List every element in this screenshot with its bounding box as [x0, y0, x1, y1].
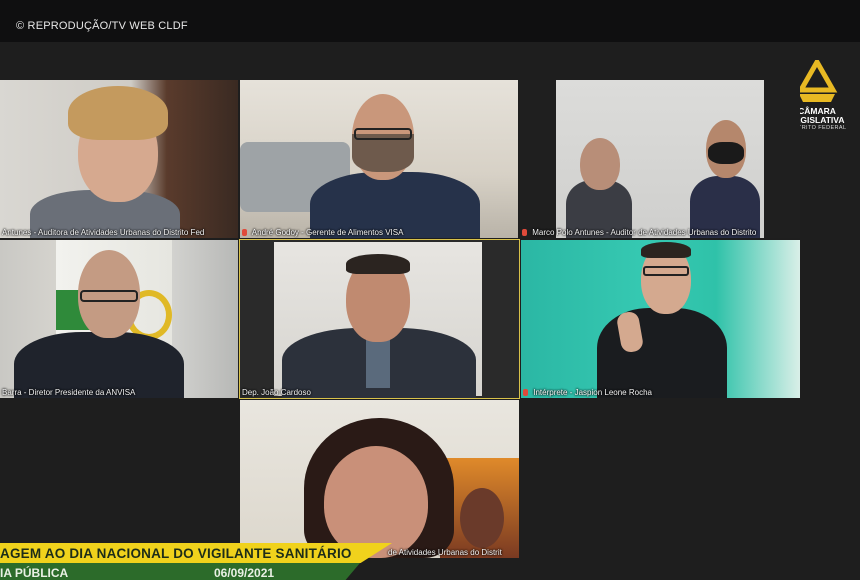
participant-video — [274, 242, 482, 398]
copyright-text: © REPRODUÇÃO/TV WEB CLDF — [16, 20, 188, 32]
participant-name: Marco Polo Antunes - Auditor de Atividad… — [522, 228, 756, 237]
video-tile-4[interactable]: Barra - Diretor Presidente da ANVISA — [0, 240, 238, 398]
participant-video — [556, 80, 764, 238]
mic-muted-icon — [522, 229, 527, 236]
participant-label: Barra - Diretor Presidente da ANVISA — [2, 388, 136, 397]
banner-date: 06/09/2021 — [214, 566, 275, 580]
participant-label: Dep. João Cardoso — [242, 388, 311, 397]
video-tile-7[interactable]: de Atividades Urbanas do Distrit — [240, 400, 519, 558]
participant-label: Antunes - Auditora de Atividades Urbanas… — [2, 228, 205, 237]
mic-muted-icon — [242, 229, 247, 236]
mic-muted-icon — [523, 389, 528, 396]
participant-name: André Godoy - Gerente de Alimentos VISA — [242, 228, 403, 237]
video-tile-6[interactable]: Intérprete - Jaspion Leone Rocha — [521, 240, 800, 398]
lower-third-banner: AGEM AO DIA NACIONAL DO VIGILANTE SANITÁ… — [0, 543, 410, 580]
video-tile-5[interactable]: Dep. João Cardoso — [239, 239, 520, 399]
participant-label: Intérprete - Jaspion Leone Rocha — [533, 388, 652, 397]
banner-title-bar: AGEM AO DIA NACIONAL DO VIGILANTE SANITÁ… — [0, 543, 392, 563]
video-tile-3[interactable]: Marco Polo Antunes - Auditor de Atividad… — [520, 80, 800, 238]
top-bar: © REPRODUÇÃO/TV WEB CLDF — [0, 0, 860, 42]
participant-label: André Godoy - Gerente de Alimentos VISA — [251, 228, 404, 237]
video-tile-1[interactable]: Antunes - Auditora de Atividades Urbanas… — [0, 80, 238, 238]
participant-name: Antunes - Auditora de Atividades Urbanas… — [2, 228, 204, 237]
banner-title: AGEM AO DIA NACIONAL DO VIGILANTE SANITÁ… — [0, 546, 352, 561]
banner-subtitle: IA PÚBLICA — [0, 566, 69, 580]
participant-label: Marco Polo Antunes - Auditor de Atividad… — [532, 228, 757, 237]
participant-name: Intérprete - Jaspion Leone Rocha — [523, 388, 652, 397]
banner-sub-bar: IA PÚBLICA 06/09/2021 — [0, 563, 360, 580]
video-tile-2[interactable]: André Godoy - Gerente de Alimentos VISA — [240, 80, 518, 238]
participant-name: Dep. João Cardoso — [242, 388, 311, 397]
participant-name: Barra - Diretor Presidente da ANVISA — [2, 388, 135, 397]
